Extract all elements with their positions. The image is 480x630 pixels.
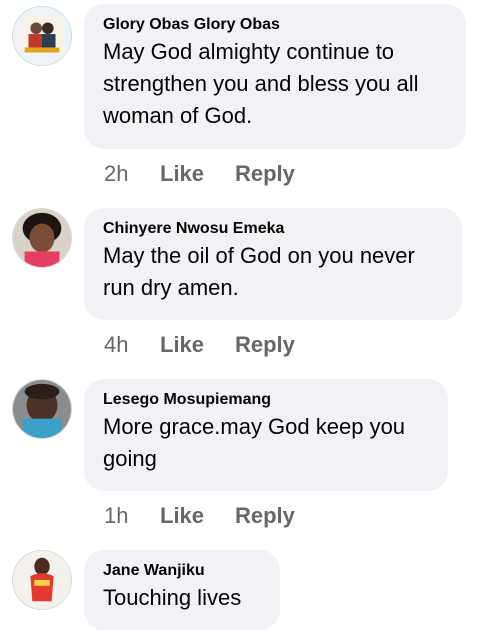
- comment-time[interactable]: 4h: [104, 331, 160, 359]
- comment-actions: 4h Like Reply: [104, 331, 295, 359]
- avatar[interactable]: [12, 208, 72, 268]
- avatar-image: [13, 7, 71, 65]
- comment-author[interactable]: Lesego Mosupiemang: [103, 389, 430, 411]
- comment-bubble: Glory Obas Glory Obas May God almighty c…: [84, 4, 466, 149]
- comment-author[interactable]: Glory Obas Glory Obas: [103, 14, 448, 36]
- comment-time[interactable]: 2h: [104, 160, 160, 188]
- comment-bubble: Lesego Mosupiemang More grace.may God ke…: [84, 379, 448, 491]
- like-button[interactable]: Like: [160, 160, 235, 188]
- avatar-image: [13, 209, 71, 267]
- comment-time[interactable]: 1h: [104, 502, 160, 530]
- comment-text: May God almighty continue to strengthen …: [103, 39, 419, 128]
- comment-author[interactable]: Chinyere Nwosu Emeka: [103, 218, 444, 240]
- avatar[interactable]: [12, 379, 72, 439]
- avatar[interactable]: [12, 550, 72, 610]
- reply-button[interactable]: Reply: [235, 502, 295, 530]
- comment-text: Touching lives: [103, 585, 242, 610]
- reply-button[interactable]: Reply: [235, 331, 295, 359]
- comment-text: More grace.may God keep you going: [103, 414, 406, 471]
- reply-button[interactable]: Reply: [235, 160, 295, 188]
- avatar-image: [13, 551, 71, 609]
- comment-author[interactable]: Jane Wanjiku: [103, 560, 262, 582]
- avatar[interactable]: [12, 6, 72, 66]
- comment-actions: 2h Like Reply: [104, 160, 295, 188]
- like-button[interactable]: Like: [160, 502, 235, 530]
- avatar-image: [13, 380, 71, 438]
- comment-bubble: Jane Wanjiku Touching lives: [84, 550, 280, 630]
- like-button[interactable]: Like: [160, 331, 235, 359]
- comment-bubble: Chinyere Nwosu Emeka May the oil of God …: [84, 208, 462, 320]
- comment-text: May the oil of God on you never run dry …: [103, 243, 415, 300]
- comment-actions: 1h Like Reply: [104, 502, 295, 530]
